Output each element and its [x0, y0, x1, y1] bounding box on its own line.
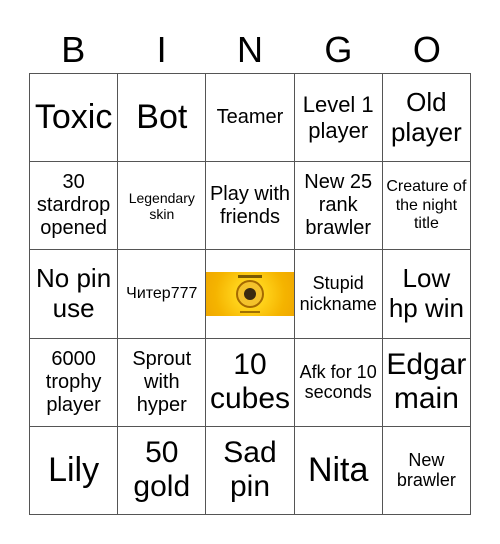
bingo-cell[interactable]: Old player: [382, 74, 471, 163]
free-space-cell[interactable]: [206, 250, 295, 339]
bingo-cell[interactable]: 30 stardrop opened: [30, 162, 119, 251]
bingo-cell[interactable]: Edgar main: [382, 338, 471, 427]
bingo-cell[interactable]: Low hp win: [382, 250, 471, 339]
free-space-image: [206, 271, 294, 316]
header-letter-g: G: [324, 29, 353, 70]
brawl-stars-star-icon: [235, 279, 264, 308]
bingo-header: B I N G O: [29, 30, 471, 70]
bingo-cell[interactable]: New 25 rank brawler: [294, 162, 383, 251]
bingo-cell[interactable]: Sad pin: [206, 426, 295, 515]
header-letter-n: N: [237, 29, 264, 70]
bingo-cell[interactable]: Sprout with hyper: [118, 338, 207, 427]
bingo-cell[interactable]: Bot: [118, 74, 207, 163]
bingo-cell[interactable]: Lily: [30, 426, 119, 515]
bingo-cell[interactable]: Creature of the night title: [382, 162, 471, 251]
bingo-cell[interactable]: Teamer: [206, 74, 295, 163]
bingo-cell[interactable]: Nita: [294, 426, 383, 515]
header-letter-b: B: [61, 29, 86, 70]
bingo-cell[interactable]: Level 1 player: [294, 74, 383, 163]
bingo-cell[interactable]: New brawler: [382, 426, 471, 515]
bingo-cell[interactable]: No pin use: [30, 250, 119, 339]
bingo-cell[interactable]: Afk for 10 seconds: [294, 338, 383, 427]
subtitle-strip: [240, 310, 261, 313]
bingo-cell[interactable]: 10 cubes: [206, 338, 295, 427]
skull-face-icon: [243, 287, 256, 300]
title-banner-icon: [238, 274, 263, 278]
header-letter-o: O: [412, 29, 441, 70]
header-letter-i: I: [156, 29, 167, 70]
bingo-cell[interactable]: Читер777: [118, 250, 207, 339]
bingo-cell[interactable]: 50 gold: [118, 426, 207, 515]
bingo-cell[interactable]: Stupid nickname: [294, 250, 383, 339]
bingo-cell[interactable]: Toxic: [30, 74, 119, 163]
bingo-grid: Toxic Bot Teamer Level 1 player Old play…: [29, 73, 471, 515]
bingo-cell[interactable]: Legendary skin: [118, 162, 207, 251]
bingo-cell[interactable]: 6000 trophy player: [30, 338, 119, 427]
bingo-cell[interactable]: Play with friends: [206, 162, 295, 251]
